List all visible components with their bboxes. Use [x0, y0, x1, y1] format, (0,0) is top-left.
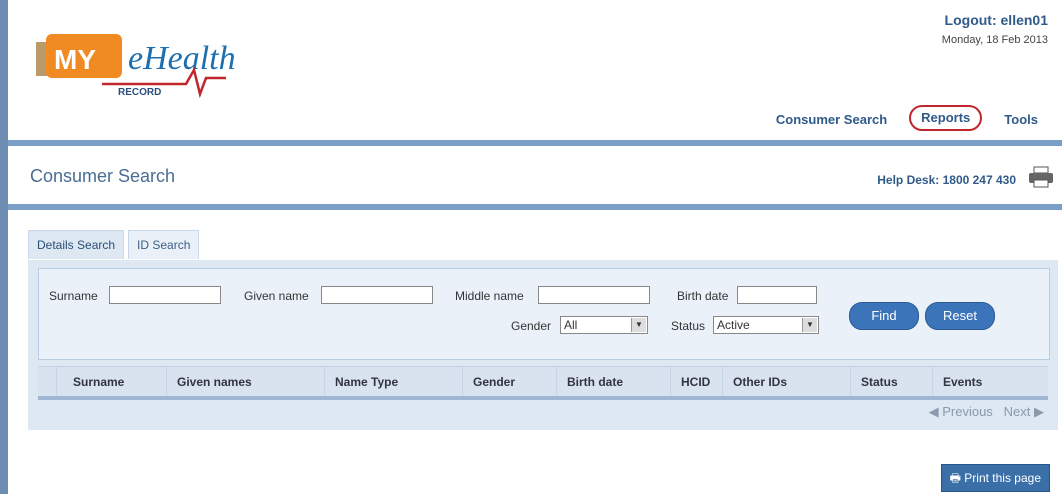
column-name-type[interactable]: Name Type	[324, 367, 462, 397]
column-given-names[interactable]: Given names	[166, 367, 324, 397]
logout-link[interactable]: Logout: ellen01	[945, 12, 1048, 28]
header: MY eHealth RECORD Logout: ellen01 Monday…	[8, 0, 1062, 146]
status-value: Active	[717, 318, 750, 332]
page-title: Consumer Search	[30, 166, 176, 186]
column-spacer	[38, 367, 56, 397]
column-events[interactable]: Events	[932, 367, 1048, 397]
myehealth-logo: MY eHealth RECORD	[36, 34, 236, 99]
birth-date-label: Birth date	[677, 289, 729, 303]
reset-button[interactable]: Reset	[925, 302, 995, 330]
next-arrow-icon[interactable]: ▶	[1034, 404, 1044, 419]
search-tabs: Details Search ID Search	[28, 230, 203, 259]
pager: ◀ Previous Next ▶	[929, 404, 1044, 420]
current-date: Monday, 18 Feb 2013	[941, 34, 1048, 46]
tab-details-search[interactable]: Details Search	[28, 230, 125, 259]
search-panel: Surname Given name Middle name Birth dat…	[28, 260, 1058, 430]
column-status[interactable]: Status	[850, 367, 932, 397]
print-label: Print this page	[964, 471, 1041, 485]
next-link[interactable]: Next	[1004, 404, 1031, 419]
nav-tools[interactable]: Tools	[992, 108, 1050, 131]
printer-icon[interactable]	[1028, 166, 1054, 188]
find-button[interactable]: Find	[849, 302, 919, 330]
middle-name-input[interactable]	[538, 286, 650, 304]
given-name-input[interactable]	[321, 286, 433, 304]
logo-ehealth: eHealth	[128, 40, 236, 77]
frame-left-border	[0, 0, 8, 494]
logo-my: MY	[54, 44, 96, 75]
chevron-down-icon: ▼	[631, 318, 646, 332]
results-table-header: Surname Given names Name Type Gender Bir…	[38, 366, 1048, 397]
tab-id-search[interactable]: ID Search	[128, 230, 200, 259]
surname-label: Surname	[49, 289, 98, 303]
main-nav: Consumer Search Reports Tools	[764, 105, 1050, 131]
gender-select[interactable]: All ▼	[560, 316, 648, 334]
logo-record: RECORD	[118, 87, 161, 98]
previous-link[interactable]: Previous	[942, 404, 993, 419]
status-label: Status	[671, 319, 706, 333]
previous-arrow-icon[interactable]: ◀	[929, 404, 939, 419]
printer-icon: 🖶	[949, 471, 961, 485]
nav-consumer-search[interactable]: Consumer Search	[764, 108, 899, 131]
helpdesk-number: Help Desk: 1800 247 430	[877, 173, 1016, 187]
middle-name-label: Middle name	[455, 289, 524, 303]
birth-date-input[interactable]	[737, 286, 817, 304]
table-divider	[38, 396, 1048, 400]
chevron-down-icon: ▼	[802, 318, 817, 332]
page-titlebar: Consumer Search Help Desk: 1800 247 430	[8, 146, 1062, 210]
column-other-ids[interactable]: Other IDs	[722, 367, 850, 397]
search-form: Surname Given name Middle name Birth dat…	[38, 268, 1050, 360]
content-area: Details Search ID Search Surname Given n…	[8, 210, 1062, 494]
gender-value: All	[564, 318, 578, 332]
status-select[interactable]: Active ▼	[713, 316, 819, 334]
print-page-button[interactable]: 🖶 Print this page	[940, 464, 1050, 492]
gender-label: Gender	[511, 319, 552, 333]
column-hcid[interactable]: HCID	[670, 367, 722, 397]
column-birth-date[interactable]: Birth date	[556, 367, 670, 397]
surname-input[interactable]	[109, 286, 221, 304]
column-surname[interactable]: Surname	[56, 367, 166, 397]
given-name-label: Given name	[244, 289, 309, 303]
nav-reports[interactable]: Reports	[909, 105, 983, 131]
column-gender[interactable]: Gender	[462, 367, 556, 397]
